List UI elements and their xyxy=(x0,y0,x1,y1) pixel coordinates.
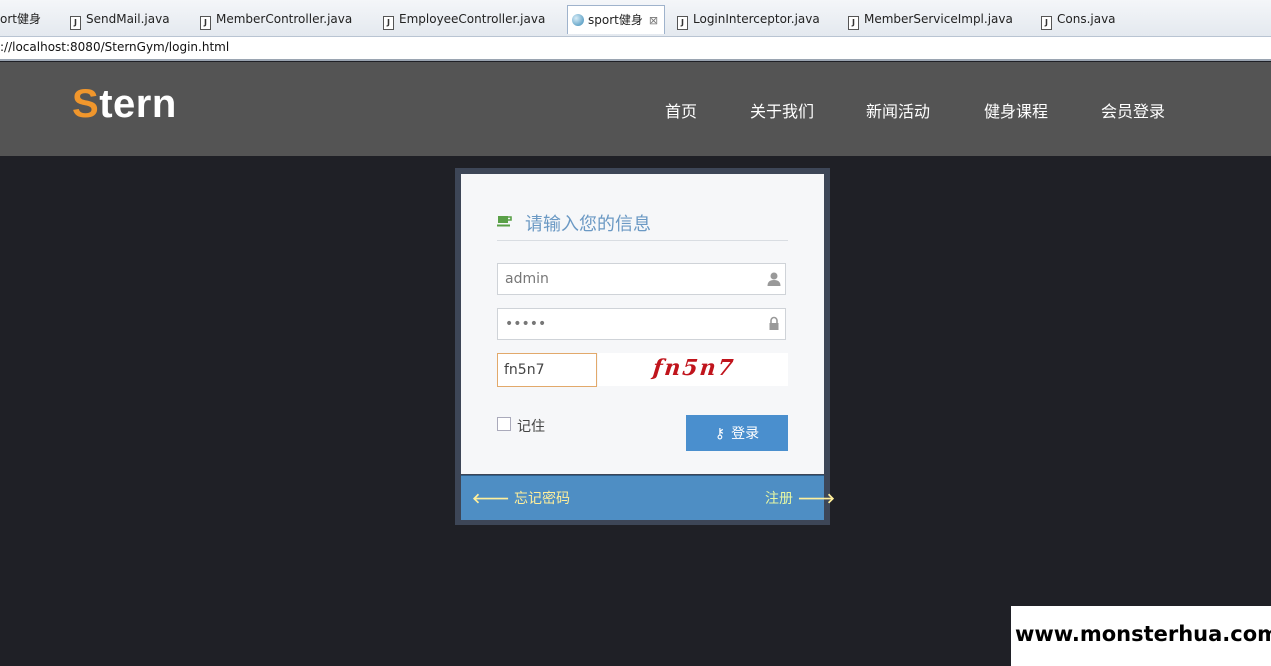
tab-label: MemberServiceImpl.java xyxy=(864,12,1013,26)
logo-rest: tern xyxy=(99,82,177,126)
tab-label: EmployeeController.java xyxy=(399,12,546,26)
login-button[interactable]: ⚷ 登录 xyxy=(686,415,788,451)
remember-checkbox[interactable] xyxy=(497,417,511,431)
key-icon: ⚷ xyxy=(714,426,726,442)
java-file-icon: J xyxy=(677,16,688,30)
lock-icon xyxy=(769,316,779,330)
java-file-icon: J xyxy=(383,16,394,30)
tab-sport-partial[interactable]: ort健身 xyxy=(0,6,41,32)
login-button-label: 登录 xyxy=(731,426,760,442)
coffee-cup-icon xyxy=(497,216,512,227)
java-file-icon: J xyxy=(1041,16,1052,30)
site-logo[interactable]: Stern xyxy=(72,82,177,127)
watermark-text: www.monsterhua.com xyxy=(1015,622,1271,646)
tab-logininterceptor[interactable]: J LoginInterceptor.java xyxy=(677,6,820,32)
site-header: Stern 首页 关于我们 新闻活动 健身课程 会员登录 xyxy=(0,62,1271,156)
logo-initial: S xyxy=(72,82,100,126)
address-bar[interactable]: ://localhost:8080/SternGym/login.html xyxy=(0,37,1271,61)
globe-icon xyxy=(572,14,584,26)
arrow-left-icon: 🡐 xyxy=(472,491,510,507)
nav-member-login[interactable]: 会员登录 xyxy=(1101,98,1165,122)
tab-membercontroller[interactable]: J MemberController.java xyxy=(200,6,352,32)
register-link[interactable]: 注册 🡒 xyxy=(765,488,835,508)
tab-label: ort健身 xyxy=(0,12,41,26)
tab-label: LoginInterceptor.java xyxy=(693,12,820,26)
nav-courses[interactable]: 健身课程 xyxy=(984,98,1048,122)
ide-tab-bar: ort健身 J SendMail.java J MemberController.j… xyxy=(0,0,1271,37)
nav-home[interactable]: 首页 xyxy=(665,98,697,122)
tab-label: sport健身 xyxy=(588,13,643,27)
arrow-right-icon: 🡒 xyxy=(797,491,835,507)
forgot-password-label: 忘记密码 xyxy=(514,491,570,507)
nav-news[interactable]: 新闻活动 xyxy=(866,98,930,122)
tab-cons[interactable]: J Cons.java xyxy=(1041,6,1116,32)
tab-label: SendMail.java xyxy=(86,12,170,26)
tab-sendmail[interactable]: J SendMail.java xyxy=(70,6,170,32)
captcha-image[interactable]: fn5n7 xyxy=(598,353,788,386)
tab-employeecontroller[interactable]: J EmployeeController.java xyxy=(383,6,545,32)
forgot-password-link[interactable]: 🡐 忘记密码 xyxy=(472,488,570,508)
password-input[interactable] xyxy=(497,308,786,340)
login-heading-text: 请输入您的信息 xyxy=(525,214,651,235)
java-file-icon: J xyxy=(200,16,211,30)
java-file-icon: J xyxy=(848,16,859,30)
tab-memberserviceimpl[interactable]: J MemberServiceImpl.java xyxy=(848,6,1013,32)
close-icon[interactable]: ⊠ xyxy=(649,14,658,27)
java-file-icon: J xyxy=(70,16,81,30)
nav-about[interactable]: 关于我们 xyxy=(750,98,814,122)
captcha-image-text: fn5n7 xyxy=(651,355,737,381)
tab-label: Cons.java xyxy=(1057,12,1116,26)
tab-label: MemberController.java xyxy=(216,12,353,26)
tab-sport-active[interactable]: sport健身 ⊠ xyxy=(567,5,666,34)
username-input[interactable] xyxy=(497,263,786,295)
login-heading: 请输入您的信息 xyxy=(497,209,788,241)
remember-label: 记住 xyxy=(517,419,545,435)
address-url: ://localhost:8080/SternGym/login.html xyxy=(0,40,230,54)
watermark: www.monsterhua.com xyxy=(1011,606,1271,666)
captcha-input[interactable] xyxy=(497,353,597,387)
user-icon xyxy=(767,272,781,286)
register-label: 注册 xyxy=(765,491,793,507)
